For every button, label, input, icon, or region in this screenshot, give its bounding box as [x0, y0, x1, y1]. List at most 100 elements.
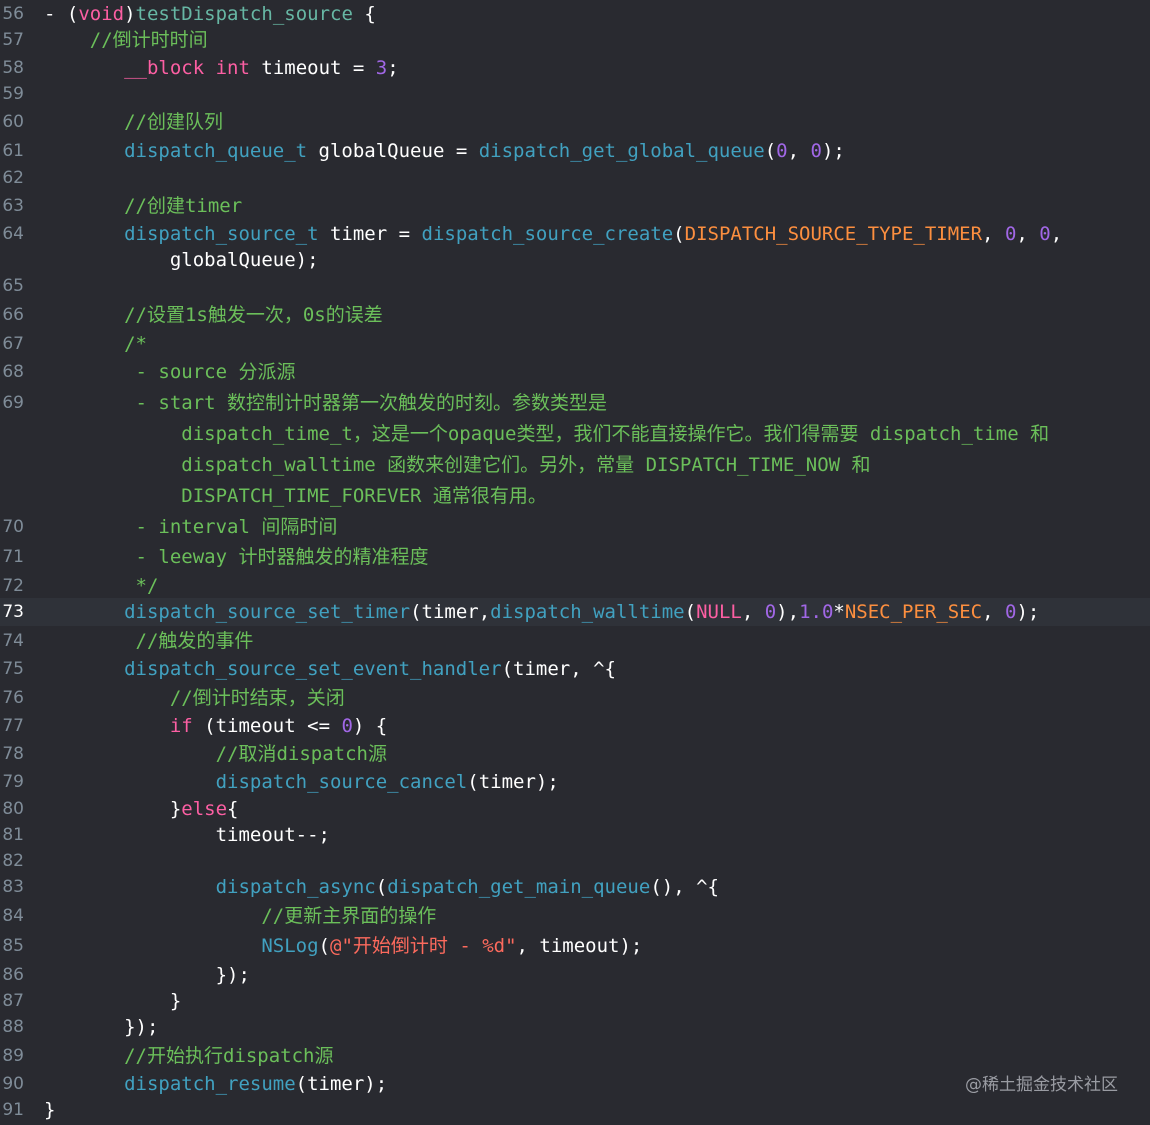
code-token: globalQueue =: [307, 140, 479, 162]
line-number: 81: [2, 825, 24, 845]
code-text: dispatch_walltime 函数来创建它们。另外，常量 DISPATCH…: [44, 451, 1150, 479]
code-line[interactable]: 59: [0, 80, 1150, 108]
code-text: /*: [44, 330, 1150, 358]
code-text: DISPATCH_TIME_FOREVER 通常很有用。: [44, 482, 1150, 510]
code-text: if (timeout <= 0) {: [44, 712, 1150, 740]
code-text: dispatch_time_t，这是一个opaque类型，我们不能直接操作它。我…: [44, 420, 1150, 448]
code-line[interactable]: 67 /*: [0, 330, 1150, 358]
code-line[interactable]: 61 dispatch_queue_t globalQueue = dispat…: [0, 137, 1150, 165]
code-line[interactable]: 89 //开始执行dispatch源: [0, 1042, 1150, 1070]
code-token: dispatch_get_global_queue: [478, 140, 765, 162]
code-token: NULL: [696, 601, 742, 623]
code-token: - leeway 计时器触发的精准程度: [44, 546, 429, 568]
code-line[interactable]: globalQueue);: [0, 246, 1150, 274]
line-number: 90: [2, 1074, 24, 1094]
line-number: 83: [2, 877, 24, 897]
code-token: testDispatch_source: [135, 3, 353, 25]
code-line[interactable]: 66 //设置1s触发一次，0s的误差: [0, 301, 1150, 329]
code-text: - leeway 计时器触发的精准程度: [44, 543, 1150, 571]
code-line[interactable]: dispatch_walltime 函数来创建它们。另外，常量 DISPATCH…: [0, 451, 1150, 479]
code-line[interactable]: 73 dispatch_source_set_timer(timer,dispa…: [0, 598, 1150, 626]
code-token: ,: [982, 601, 1006, 623]
code-line[interactable]: 62: [0, 164, 1150, 192]
code-line[interactable]: 71 - leeway 计时器触发的精准程度: [0, 543, 1150, 571]
code-line[interactable]: 86 });: [0, 961, 1150, 989]
code-line[interactable]: 80 }else{: [0, 795, 1150, 823]
code-token: *: [833, 601, 845, 623]
code-text: }: [44, 1096, 1150, 1124]
code-line[interactable]: 75 dispatch_source_set_event_handler(tim…: [0, 655, 1150, 683]
code-token: DISPATCH_SOURCE_TYPE_TIMER: [684, 223, 983, 245]
code-line[interactable]: 76 //倒计时结束，关闭: [0, 684, 1150, 712]
code-token: dispatch_walltime: [490, 601, 685, 623]
code-token: (: [764, 140, 777, 162]
code-token: DISPATCH_TIME_FOREVER 通常很有用。: [44, 485, 547, 507]
code-token: dispatch_source_set_event_handler: [124, 658, 502, 680]
line-number: 69: [2, 393, 24, 413]
code-token: int: [215, 57, 250, 79]
code-token: - source 分派源: [44, 361, 296, 383]
code-line[interactable]: 88 });: [0, 1013, 1150, 1041]
code-line[interactable]: 65: [0, 272, 1150, 300]
code-line[interactable]: 70 - interval 间隔时间: [0, 513, 1150, 541]
code-line[interactable]: 72 */: [0, 572, 1150, 600]
code-line[interactable]: 82: [0, 847, 1150, 875]
line-number: 62: [2, 168, 24, 188]
code-line[interactable]: 74 //触发的事件: [0, 627, 1150, 655]
code-token: dispatch_source_t: [124, 223, 319, 245]
code-token: __block: [124, 57, 205, 79]
code-editor[interactable]: 56- (void)testDispatch_source {57 //倒计时时…: [0, 0, 1150, 1125]
code-line[interactable]: 91}: [0, 1096, 1150, 1124]
code-line[interactable]: 60 //创建队列: [0, 108, 1150, 136]
code-line[interactable]: 79 dispatch_source_cancel(timer);: [0, 768, 1150, 796]
code-token: });: [44, 964, 250, 986]
line-number: 59: [2, 84, 24, 104]
code-token: dispatch_queue_t: [124, 140, 308, 162]
code-line[interactable]: 87 }: [0, 987, 1150, 1015]
code-line[interactable]: 77 if (timeout <= 0) {: [0, 712, 1150, 740]
line-number: 75: [2, 659, 24, 679]
code-token: globalQueue);: [44, 249, 319, 271]
code-line[interactable]: 64 dispatch_source_t timer = dispatch_so…: [0, 220, 1150, 248]
code-token: //倒计时结束，关闭: [44, 687, 345, 709]
code-token: (timer, ^{: [501, 658, 616, 680]
code-line[interactable]: 57 //倒计时时间: [0, 26, 1150, 54]
code-token: ,: [982, 223, 1005, 245]
code-text: globalQueue);: [44, 246, 1150, 274]
code-token: }: [44, 990, 182, 1012]
code-token: NSEC_PER_SEC: [844, 601, 983, 623]
code-token: void: [78, 3, 125, 25]
code-line[interactable]: 56 - (void)testDispatch_source {: [0, 0, 1150, 28]
code-line[interactable]: 84 //更新主界面的操作: [0, 902, 1150, 930]
code-text: //创建队列: [44, 108, 1150, 136]
code-token: dispatch_source_cancel: [215, 771, 468, 793]
line-number: 88: [2, 1017, 24, 1037]
code-line[interactable]: 78 //取消dispatch源: [0, 740, 1150, 768]
code-line[interactable]: 69 - start 数控制计时器第一次触发的时刻。参数类型是: [0, 389, 1150, 417]
code-token: 0: [810, 140, 822, 162]
code-token: ),: [776, 601, 800, 623]
code-line[interactable]: 83 dispatch_async(dispatch_get_main_queu…: [0, 873, 1150, 901]
code-token: 0: [776, 140, 788, 162]
code-line[interactable]: 81 timeout--;: [0, 821, 1150, 849]
line-number: 63: [2, 196, 24, 216]
code-text: - (void)testDispatch_source {: [44, 0, 1150, 28]
code-line[interactable]: 63 //创建timer: [0, 192, 1150, 220]
code-line[interactable]: 85 NSLog(@"开始倒计时 - %d", timeout);: [0, 932, 1150, 960]
code-text: //倒计时结束，关闭: [44, 684, 1150, 712]
code-line[interactable]: dispatch_time_t，这是一个opaque类型，我们不能直接操作它。我…: [0, 420, 1150, 448]
code-token: //取消dispatch源: [44, 743, 387, 765]
code-line[interactable]: DISPATCH_TIME_FOREVER 通常很有用。: [0, 482, 1150, 510]
code-text: - source 分派源: [44, 358, 1150, 386]
code-line[interactable]: 68 - source 分派源: [0, 358, 1150, 386]
code-token: ,: [741, 601, 765, 623]
code-text: timeout--;: [44, 821, 1150, 849]
code-line[interactable]: 58 __block int timeout = 3;: [0, 54, 1150, 82]
line-number: 60: [2, 112, 24, 132]
code-text: dispatch_source_set_event_handler(timer,…: [44, 655, 1150, 683]
